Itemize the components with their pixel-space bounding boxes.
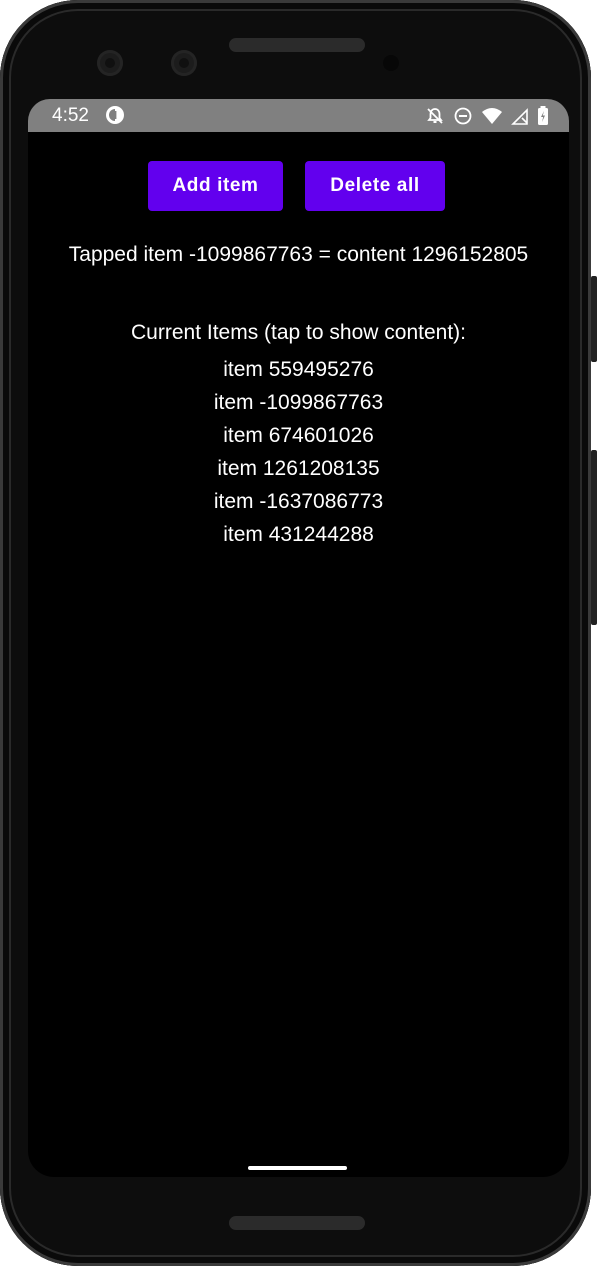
items-title: Current Items (tap to show content): xyxy=(131,321,466,344)
wifi-icon xyxy=(481,106,503,126)
proximity-sensor xyxy=(383,55,399,71)
add-item-button[interactable]: Add item xyxy=(148,161,283,211)
screen: 4:52 Add item Delete all Tapped item -10… xyxy=(28,99,569,1177)
app-notification-icon xyxy=(105,105,125,125)
gesture-nav-handle[interactable] xyxy=(248,1166,347,1170)
tapped-item-text: Tapped item -1099867763 = content 129615… xyxy=(68,243,529,266)
status-time: 4:52 xyxy=(52,105,89,126)
delete-all-button[interactable]: Delete all xyxy=(305,161,445,211)
bottom-speaker xyxy=(229,1216,365,1230)
power-button xyxy=(591,276,597,362)
list-item[interactable]: item -1099867763 xyxy=(28,386,569,419)
list-item[interactable]: item -1637086773 xyxy=(28,485,569,518)
earpiece-speaker xyxy=(229,38,365,52)
volume-rocker xyxy=(591,450,597,625)
status-icons xyxy=(425,105,549,127)
items-list: item 559495276 item -1099867763 item 674… xyxy=(28,353,569,551)
signal-icon xyxy=(511,106,529,126)
action-buttons: Add item Delete all xyxy=(28,161,569,211)
list-item[interactable]: item 431244288 xyxy=(28,518,569,551)
status-bar: 4:52 xyxy=(28,99,569,132)
list-item[interactable]: item 674601026 xyxy=(28,419,569,452)
list-item[interactable]: item 559495276 xyxy=(28,353,569,386)
notifications-off-icon xyxy=(425,106,445,126)
phone-frame: 4:52 Add item Delete all Tapped item -10… xyxy=(0,0,597,1266)
list-item[interactable]: item 1261208135 xyxy=(28,452,569,485)
do-not-disturb-icon xyxy=(453,106,473,126)
battery-icon xyxy=(537,106,549,126)
front-camera-2-icon xyxy=(171,50,197,76)
front-camera-icon xyxy=(97,50,123,76)
